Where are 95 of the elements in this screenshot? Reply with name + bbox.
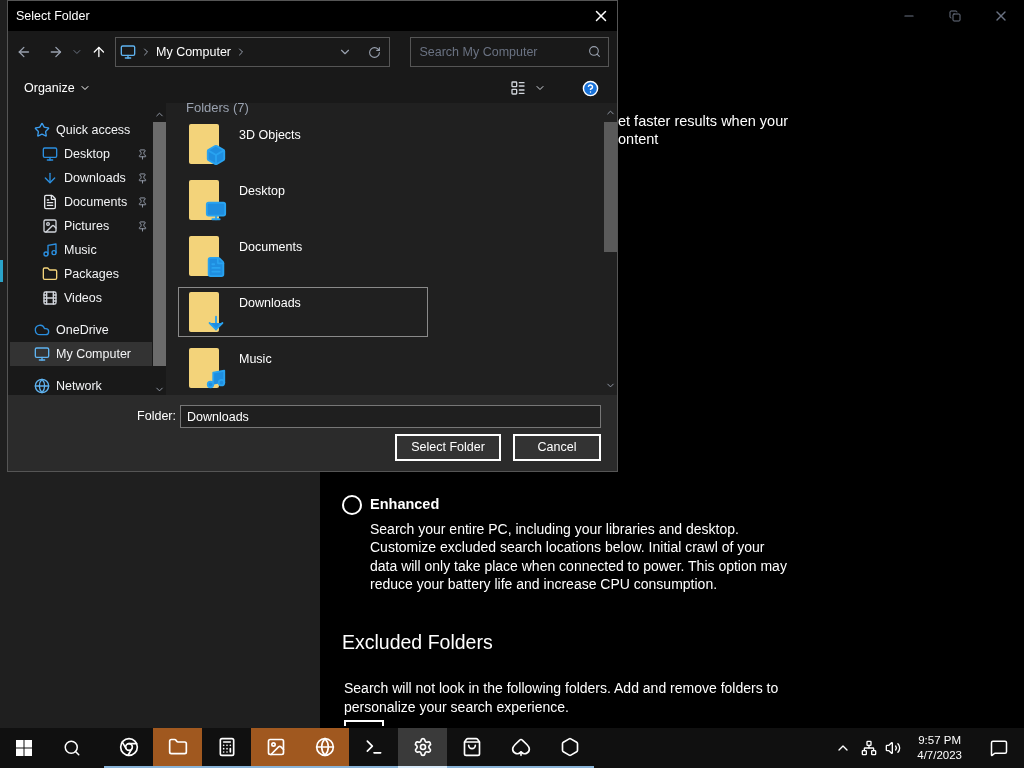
folder-field[interactable]: Downloads — [180, 405, 601, 428]
folder-label: 3D Objects — [239, 127, 301, 144]
nav-label: OneDrive — [56, 321, 110, 339]
selection-indicator — [0, 260, 3, 282]
nav-item[interactable]: Quick access — [10, 118, 152, 142]
nav-label: Documents — [64, 193, 129, 211]
pin-icon — [137, 148, 148, 160]
hexagon-icon — [559, 737, 580, 757]
dialog-title: Select Folder — [16, 7, 90, 25]
folder-item[interactable]: Downloads — [178, 287, 428, 337]
folder-label: Documents — [239, 239, 303, 256]
nav-item[interactable]: Desktop — [10, 142, 152, 166]
nav-item[interactable]: Pictures — [10, 214, 152, 238]
folder-icon — [42, 266, 58, 282]
download-icon — [42, 170, 58, 186]
view-icon[interactable] — [510, 80, 526, 96]
nav-item[interactable]: Documents — [10, 190, 152, 214]
pin-icon — [137, 172, 148, 184]
back-icon[interactable] — [16, 44, 32, 60]
cancel-button[interactable]: Cancel — [513, 434, 601, 461]
refresh-icon[interactable] — [368, 45, 382, 59]
nav-label: Desktop — [64, 145, 111, 163]
nav-item[interactable]: Videos — [10, 286, 152, 310]
section-heading: Excluded Folders — [341, 629, 494, 655]
search-icon — [63, 739, 81, 757]
folder-label: Folder: — [137, 408, 176, 426]
folder-label: Desktop — [239, 183, 285, 200]
explorer-icon — [167, 737, 188, 757]
windows-logo-icon — [16, 740, 32, 756]
nav-item[interactable]: Downloads — [10, 166, 152, 190]
nav-label: My Computer — [56, 345, 133, 363]
computer-icon — [120, 44, 136, 60]
folder-label: Downloads — [239, 295, 301, 312]
nav-label: Music — [64, 241, 98, 259]
store-icon — [461, 737, 482, 757]
video-icon — [42, 290, 58, 306]
pin-icon — [137, 220, 148, 232]
option-description: Search your entire PC, including your libraries and desktop. Customize excluded search locations below. Initial crawl of your data will only take place when connected to power. This option may reduce your battery life and increase CPU consumption. — [370, 519, 788, 594]
select-folder-button[interactable]: Select Folder — [395, 434, 501, 461]
network-icon[interactable] — [861, 740, 878, 756]
chrome-icon — [118, 737, 139, 757]
notifications-icon[interactable] — [990, 739, 1008, 757]
add-folder-button[interactable] — [344, 720, 384, 726]
nav-label: Packages — [64, 265, 120, 283]
folder-label: Music — [239, 351, 272, 368]
folder-icon — [189, 124, 227, 166]
star-icon — [34, 122, 50, 138]
cloud-icon — [34, 322, 50, 338]
restore-icon — [949, 10, 961, 22]
photos-icon — [265, 737, 286, 757]
clock-date[interactable]: 4/7/2023 — [917, 748, 962, 763]
search-field[interactable]: Search My Computer — [410, 37, 609, 67]
folder-icon — [189, 236, 227, 278]
nav-item[interactable]: Packages — [10, 262, 152, 286]
group-header: Folders (7) — [186, 101, 250, 115]
folder-item[interactable]: 3D Objects — [178, 119, 428, 169]
folder-item[interactable]: Documents — [178, 231, 428, 281]
settings-icon — [412, 737, 433, 757]
clock-time[interactable]: 9:57 PM — [918, 733, 962, 748]
computer-icon — [34, 346, 50, 362]
address-bar[interactable]: My Computer — [115, 37, 391, 67]
scrollbar-thumb[interactable] — [603, 122, 617, 252]
cards-icon — [510, 737, 531, 757]
nav-label: Videos — [64, 289, 103, 307]
radio-button[interactable] — [342, 495, 362, 515]
folder-icon — [189, 180, 227, 222]
nav-label: Quick access — [56, 121, 132, 139]
network-icon — [34, 378, 50, 394]
scrollbar-thumb[interactable] — [152, 122, 166, 366]
up-icon[interactable] — [91, 44, 107, 60]
nav-item[interactable]: Music — [10, 238, 152, 262]
nav-item[interactable]: OneDrive — [10, 318, 152, 342]
volume-icon[interactable] — [885, 740, 902, 756]
section-description: Search will not look in the following folders. Add and remove folders to personalize your search experience. — [343, 679, 780, 716]
breadcrumb[interactable]: My Computer — [156, 42, 232, 62]
description-text: ontent — [618, 130, 660, 148]
help-icon[interactable] — [582, 79, 599, 97]
nav-label: Network — [56, 377, 103, 395]
nav-item[interactable]: My Computer — [10, 342, 152, 366]
search-icon — [588, 45, 601, 58]
organize-button[interactable]: Organize — [24, 78, 91, 98]
nav-item[interactable]: Network — [10, 374, 152, 398]
pin-icon — [137, 196, 148, 208]
folder-item[interactable]: Music — [178, 343, 428, 393]
document-icon — [42, 194, 58, 210]
folder-icon — [189, 348, 227, 390]
edge-icon — [314, 737, 335, 757]
nav-label: Pictures — [64, 217, 111, 235]
desktop-icon — [42, 146, 58, 162]
nav-label: Downloads — [64, 169, 127, 187]
option-label: Enhanced — [370, 495, 441, 514]
folder-item[interactable]: Desktop — [178, 175, 428, 225]
description-text: et faster results when your — [618, 112, 790, 130]
music-icon — [42, 242, 58, 258]
picture-icon — [42, 218, 58, 234]
